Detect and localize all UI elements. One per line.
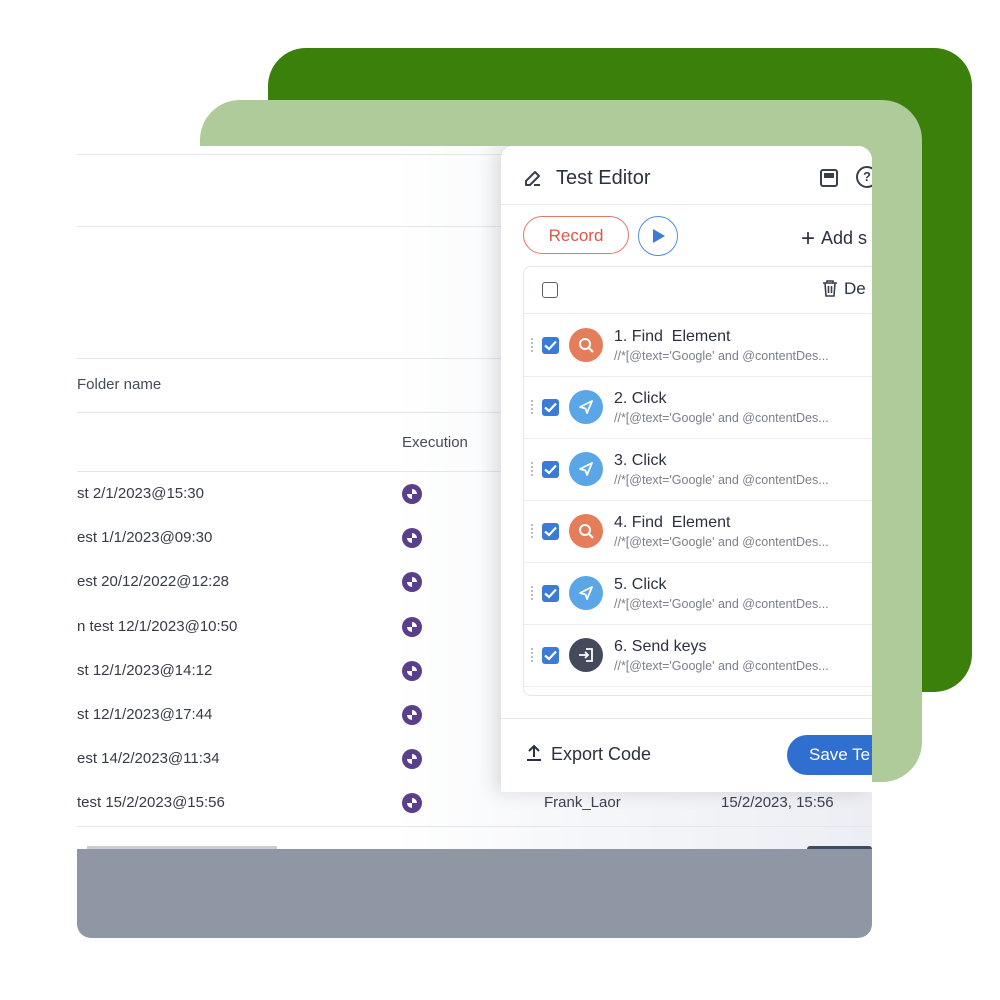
export-code-button[interactable]: Export Code bbox=[525, 744, 651, 765]
step-title: 2. Click bbox=[614, 390, 667, 407]
step-checkbox[interactable] bbox=[542, 399, 559, 416]
divider bbox=[77, 412, 517, 413]
date-cell: 15/2/2023, 15:56 bbox=[721, 794, 834, 811]
folder-name-label[interactable]: Folder name bbox=[77, 376, 161, 393]
step-title: 4. Find Element bbox=[614, 514, 731, 531]
divider bbox=[501, 718, 872, 719]
step-title: 1. Find Element bbox=[614, 328, 731, 345]
plus-icon: + bbox=[801, 225, 816, 252]
test-name: n test 12/1/2023@10:50 bbox=[77, 618, 238, 635]
drag-handle-icon[interactable] bbox=[530, 523, 534, 539]
search-icon bbox=[569, 328, 603, 362]
export-label: Export Code bbox=[551, 744, 652, 764]
test-name: st 2/1/2023@15:30 bbox=[77, 485, 204, 502]
pointer-icon bbox=[569, 576, 603, 610]
step-title: 3. Click bbox=[614, 452, 667, 469]
test-editor-panel: Test Editor ? Record + Add s De 1. Find E… bbox=[501, 146, 872, 792]
execution-icon[interactable] bbox=[402, 705, 422, 725]
step-checkbox[interactable] bbox=[542, 523, 559, 540]
execution-icon[interactable] bbox=[402, 661, 422, 681]
execution-icon[interactable] bbox=[402, 484, 422, 504]
step-xpath: //*[@text='Google' and @contentDes... bbox=[614, 659, 829, 673]
step-xpath: //*[@text='Google' and @contentDes... bbox=[614, 473, 829, 487]
divider bbox=[77, 226, 517, 227]
execution-icon[interactable] bbox=[402, 617, 422, 637]
step-checkbox[interactable] bbox=[542, 647, 559, 664]
test-name: test 15/2/2023@15:56 bbox=[77, 794, 225, 811]
step-item[interactable]: 1. Find Element //*[@text='Google' and @… bbox=[524, 314, 872, 377]
step-xpath: //*[@text='Google' and @contentDes... bbox=[614, 597, 829, 611]
step-xpath: //*[@text='Google' and @contentDes... bbox=[614, 535, 829, 549]
test-name: est 1/1/2023@09:30 bbox=[77, 529, 213, 546]
trash-icon bbox=[823, 280, 837, 297]
add-step-button[interactable]: + Add s bbox=[801, 225, 867, 253]
help-icon[interactable]: ? bbox=[856, 166, 872, 188]
step-title: 6. Send keys bbox=[614, 638, 707, 655]
pointer-icon bbox=[569, 452, 603, 486]
step-checkbox[interactable] bbox=[542, 337, 559, 354]
execution-column-header[interactable]: Execution bbox=[402, 434, 468, 451]
drag-handle-icon[interactable] bbox=[530, 399, 534, 415]
drag-handle-icon[interactable] bbox=[530, 647, 534, 663]
execution-icon[interactable] bbox=[402, 793, 422, 813]
test-name: est 14/2/2023@11:34 bbox=[77, 750, 220, 767]
divider bbox=[77, 826, 872, 827]
drag-handle-icon[interactable] bbox=[530, 585, 534, 601]
step-item[interactable]: 5. Click //*[@text='Google' and @content… bbox=[524, 562, 872, 625]
test-name: st 12/1/2023@17:44 bbox=[77, 706, 213, 723]
edit-icon bbox=[523, 168, 543, 193]
step-checkbox[interactable] bbox=[542, 461, 559, 478]
execution-icon[interactable] bbox=[402, 749, 422, 769]
modal-overlay bbox=[77, 849, 872, 938]
play-button[interactable] bbox=[638, 216, 678, 256]
step-checkbox[interactable] bbox=[542, 585, 559, 602]
upload-icon bbox=[527, 744, 541, 761]
divider bbox=[501, 204, 872, 205]
step-list-header: De bbox=[524, 267, 872, 314]
delete-button[interactable]: De bbox=[822, 279, 866, 299]
owner-cell: Frank_Laor bbox=[544, 794, 621, 811]
step-item[interactable]: 4. Find Element //*[@text='Google' and @… bbox=[524, 500, 872, 563]
execution-icon[interactable] bbox=[402, 572, 422, 592]
drag-handle-icon[interactable] bbox=[530, 337, 534, 353]
test-name: st 12/1/2023@14:12 bbox=[77, 662, 213, 679]
app-window: Folder name Execution st 2/1/2023@15:30 … bbox=[77, 146, 872, 938]
step-list: De 1. Find Element //*[@text='Google' an… bbox=[523, 266, 872, 696]
save-test-button[interactable]: Save Te bbox=[787, 735, 872, 775]
step-xpath: //*[@text='Google' and @contentDes... bbox=[614, 349, 829, 363]
step-item[interactable]: 2. Click //*[@text='Google' and @content… bbox=[524, 376, 872, 439]
step-xpath: //*[@text='Google' and @contentDes... bbox=[614, 411, 829, 425]
step-item[interactable]: 6. Send keys //*[@text='Google' and @con… bbox=[524, 624, 872, 687]
divider bbox=[77, 358, 517, 359]
search-icon bbox=[569, 514, 603, 548]
record-button[interactable]: Record bbox=[523, 216, 629, 254]
drag-handle-icon[interactable] bbox=[530, 461, 534, 477]
panel-title: Test Editor bbox=[556, 167, 651, 189]
dock-panel-icon[interactable] bbox=[819, 168, 839, 193]
pointer-icon bbox=[569, 390, 603, 424]
step-item[interactable]: 3. Click //*[@text='Google' and @content… bbox=[524, 438, 872, 501]
add-step-label: Add s bbox=[821, 228, 868, 248]
execution-icon[interactable] bbox=[402, 528, 422, 548]
keyboard-enter-icon bbox=[569, 638, 603, 672]
step-title: 5. Click bbox=[614, 576, 667, 593]
test-name: est 20/12/2022@12:28 bbox=[77, 573, 230, 590]
delete-label: De bbox=[844, 279, 866, 298]
select-all-checkbox[interactable] bbox=[542, 282, 558, 298]
